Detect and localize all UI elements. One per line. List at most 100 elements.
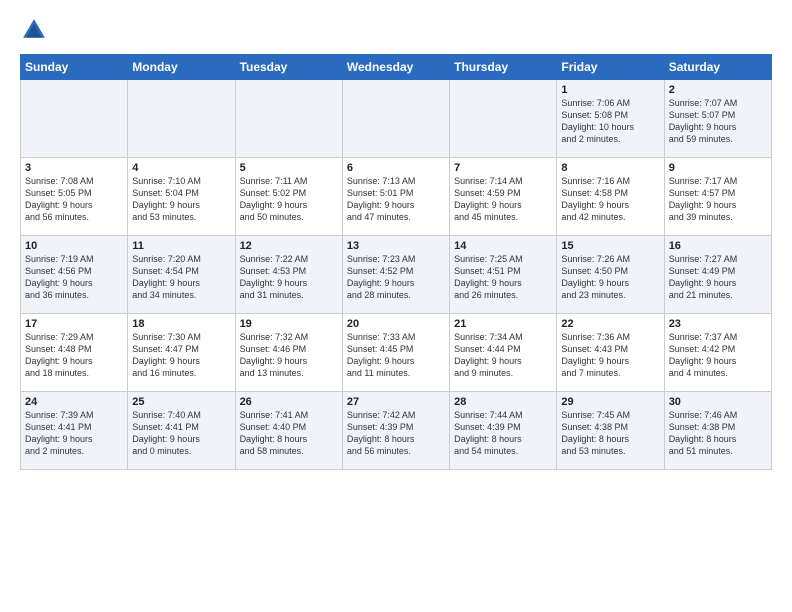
day-info: Sunrise: 7:33 AM Sunset: 4:45 PM Dayligh… — [347, 331, 445, 380]
day-info: Sunrise: 7:10 AM Sunset: 5:04 PM Dayligh… — [132, 175, 230, 224]
calendar-cell: 7Sunrise: 7:14 AM Sunset: 4:59 PM Daylig… — [450, 158, 557, 236]
calendar-cell: 8Sunrise: 7:16 AM Sunset: 4:58 PM Daylig… — [557, 158, 664, 236]
calendar-cell: 25Sunrise: 7:40 AM Sunset: 4:41 PM Dayli… — [128, 392, 235, 470]
day-number: 28 — [454, 396, 552, 408]
day-number: 21 — [454, 318, 552, 330]
day-info: Sunrise: 7:16 AM Sunset: 4:58 PM Dayligh… — [561, 175, 659, 224]
calendar-cell: 18Sunrise: 7:30 AM Sunset: 4:47 PM Dayli… — [128, 314, 235, 392]
day-number: 22 — [561, 318, 659, 330]
day-number: 13 — [347, 240, 445, 252]
day-info: Sunrise: 7:42 AM Sunset: 4:39 PM Dayligh… — [347, 409, 445, 458]
day-number: 7 — [454, 162, 552, 174]
day-info: Sunrise: 7:41 AM Sunset: 4:40 PM Dayligh… — [240, 409, 338, 458]
calendar-week-row: 1Sunrise: 7:06 AM Sunset: 5:08 PM Daylig… — [21, 80, 772, 158]
day-info: Sunrise: 7:23 AM Sunset: 4:52 PM Dayligh… — [347, 253, 445, 302]
day-number: 23 — [669, 318, 767, 330]
calendar-cell: 27Sunrise: 7:42 AM Sunset: 4:39 PM Dayli… — [342, 392, 449, 470]
calendar-week-row: 24Sunrise: 7:39 AM Sunset: 4:41 PM Dayli… — [21, 392, 772, 470]
day-number: 9 — [669, 162, 767, 174]
day-number: 18 — [132, 318, 230, 330]
calendar-cell — [128, 80, 235, 158]
weekday-header: Tuesday — [235, 55, 342, 80]
day-number: 19 — [240, 318, 338, 330]
day-info: Sunrise: 7:08 AM Sunset: 5:05 PM Dayligh… — [25, 175, 123, 224]
day-number: 12 — [240, 240, 338, 252]
calendar-cell: 2Sunrise: 7:07 AM Sunset: 5:07 PM Daylig… — [664, 80, 771, 158]
calendar-cell — [450, 80, 557, 158]
day-number: 8 — [561, 162, 659, 174]
weekday-header: Monday — [128, 55, 235, 80]
day-info: Sunrise: 7:19 AM Sunset: 4:56 PM Dayligh… — [25, 253, 123, 302]
calendar-header-row: SundayMondayTuesdayWednesdayThursdayFrid… — [21, 55, 772, 80]
page-container: SundayMondayTuesdayWednesdayThursdayFrid… — [0, 0, 792, 480]
calendar-cell: 19Sunrise: 7:32 AM Sunset: 4:46 PM Dayli… — [235, 314, 342, 392]
day-number: 15 — [561, 240, 659, 252]
day-number: 30 — [669, 396, 767, 408]
weekday-header: Sunday — [21, 55, 128, 80]
calendar-cell: 30Sunrise: 7:46 AM Sunset: 4:38 PM Dayli… — [664, 392, 771, 470]
day-number: 20 — [347, 318, 445, 330]
day-info: Sunrise: 7:06 AM Sunset: 5:08 PM Dayligh… — [561, 97, 659, 146]
day-number: 1 — [561, 84, 659, 96]
calendar-table: SundayMondayTuesdayWednesdayThursdayFrid… — [20, 54, 772, 470]
day-info: Sunrise: 7:29 AM Sunset: 4:48 PM Dayligh… — [25, 331, 123, 380]
day-number: 3 — [25, 162, 123, 174]
calendar-cell: 3Sunrise: 7:08 AM Sunset: 5:05 PM Daylig… — [21, 158, 128, 236]
calendar-cell: 13Sunrise: 7:23 AM Sunset: 4:52 PM Dayli… — [342, 236, 449, 314]
day-info: Sunrise: 7:27 AM Sunset: 4:49 PM Dayligh… — [669, 253, 767, 302]
calendar-cell: 23Sunrise: 7:37 AM Sunset: 4:42 PM Dayli… — [664, 314, 771, 392]
day-info: Sunrise: 7:36 AM Sunset: 4:43 PM Dayligh… — [561, 331, 659, 380]
day-info: Sunrise: 7:37 AM Sunset: 4:42 PM Dayligh… — [669, 331, 767, 380]
logo — [20, 16, 52, 44]
calendar-cell: 6Sunrise: 7:13 AM Sunset: 5:01 PM Daylig… — [342, 158, 449, 236]
day-number: 2 — [669, 84, 767, 96]
calendar-cell — [342, 80, 449, 158]
calendar-cell: 1Sunrise: 7:06 AM Sunset: 5:08 PM Daylig… — [557, 80, 664, 158]
day-info: Sunrise: 7:17 AM Sunset: 4:57 PM Dayligh… — [669, 175, 767, 224]
day-number: 14 — [454, 240, 552, 252]
day-info: Sunrise: 7:22 AM Sunset: 4:53 PM Dayligh… — [240, 253, 338, 302]
calendar-cell: 21Sunrise: 7:34 AM Sunset: 4:44 PM Dayli… — [450, 314, 557, 392]
calendar-cell: 9Sunrise: 7:17 AM Sunset: 4:57 PM Daylig… — [664, 158, 771, 236]
day-number: 10 — [25, 240, 123, 252]
weekday-header: Saturday — [664, 55, 771, 80]
calendar-cell: 22Sunrise: 7:36 AM Sunset: 4:43 PM Dayli… — [557, 314, 664, 392]
logo-icon — [20, 16, 48, 44]
calendar-cell: 28Sunrise: 7:44 AM Sunset: 4:39 PM Dayli… — [450, 392, 557, 470]
calendar-cell: 10Sunrise: 7:19 AM Sunset: 4:56 PM Dayli… — [21, 236, 128, 314]
day-info: Sunrise: 7:07 AM Sunset: 5:07 PM Dayligh… — [669, 97, 767, 146]
calendar-week-row: 3Sunrise: 7:08 AM Sunset: 5:05 PM Daylig… — [21, 158, 772, 236]
day-info: Sunrise: 7:45 AM Sunset: 4:38 PM Dayligh… — [561, 409, 659, 458]
day-info: Sunrise: 7:26 AM Sunset: 4:50 PM Dayligh… — [561, 253, 659, 302]
calendar-cell: 5Sunrise: 7:11 AM Sunset: 5:02 PM Daylig… — [235, 158, 342, 236]
calendar-week-row: 17Sunrise: 7:29 AM Sunset: 4:48 PM Dayli… — [21, 314, 772, 392]
day-number: 16 — [669, 240, 767, 252]
calendar-cell — [235, 80, 342, 158]
calendar-cell: 24Sunrise: 7:39 AM Sunset: 4:41 PM Dayli… — [21, 392, 128, 470]
day-number: 27 — [347, 396, 445, 408]
day-info: Sunrise: 7:11 AM Sunset: 5:02 PM Dayligh… — [240, 175, 338, 224]
day-number: 6 — [347, 162, 445, 174]
weekday-header: Friday — [557, 55, 664, 80]
weekday-header: Wednesday — [342, 55, 449, 80]
day-info: Sunrise: 7:32 AM Sunset: 4:46 PM Dayligh… — [240, 331, 338, 380]
day-info: Sunrise: 7:44 AM Sunset: 4:39 PM Dayligh… — [454, 409, 552, 458]
day-info: Sunrise: 7:34 AM Sunset: 4:44 PM Dayligh… — [454, 331, 552, 380]
day-info: Sunrise: 7:13 AM Sunset: 5:01 PM Dayligh… — [347, 175, 445, 224]
day-number: 29 — [561, 396, 659, 408]
day-info: Sunrise: 7:40 AM Sunset: 4:41 PM Dayligh… — [132, 409, 230, 458]
day-number: 4 — [132, 162, 230, 174]
day-info: Sunrise: 7:20 AM Sunset: 4:54 PM Dayligh… — [132, 253, 230, 302]
day-number: 5 — [240, 162, 338, 174]
calendar-cell: 11Sunrise: 7:20 AM Sunset: 4:54 PM Dayli… — [128, 236, 235, 314]
day-number: 17 — [25, 318, 123, 330]
day-info: Sunrise: 7:14 AM Sunset: 4:59 PM Dayligh… — [454, 175, 552, 224]
day-info: Sunrise: 7:46 AM Sunset: 4:38 PM Dayligh… — [669, 409, 767, 458]
weekday-header: Thursday — [450, 55, 557, 80]
day-info: Sunrise: 7:30 AM Sunset: 4:47 PM Dayligh… — [132, 331, 230, 380]
calendar-week-row: 10Sunrise: 7:19 AM Sunset: 4:56 PM Dayli… — [21, 236, 772, 314]
header — [20, 16, 772, 44]
day-info: Sunrise: 7:39 AM Sunset: 4:41 PM Dayligh… — [25, 409, 123, 458]
day-number: 26 — [240, 396, 338, 408]
calendar-cell: 4Sunrise: 7:10 AM Sunset: 5:04 PM Daylig… — [128, 158, 235, 236]
